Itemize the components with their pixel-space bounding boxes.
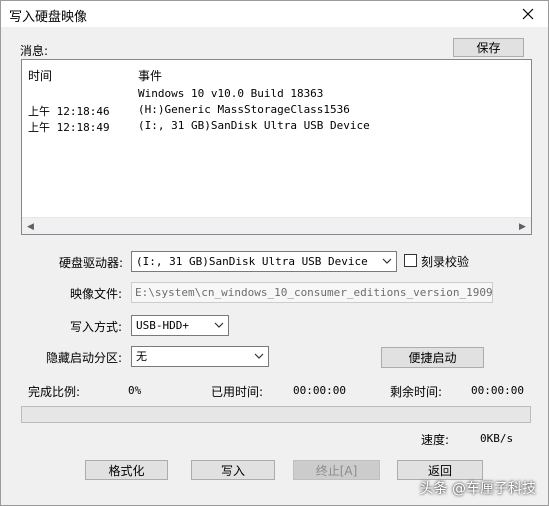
- log-row-event: (H:)Generic MassStorageClass1536: [138, 103, 350, 116]
- log-row-event: Windows 10 v10.0 Build 18363: [138, 87, 324, 100]
- log-row: Windows 10 v10.0 Build 18363: [22, 87, 531, 103]
- drive-label: 硬盘驱动器:: [59, 256, 124, 270]
- verify-label: 刻录校验: [421, 255, 470, 269]
- drive-select-value: (I:, 31 GB)SanDisk Ultra USB Device: [136, 255, 368, 268]
- write-method-label: 写入方式:: [70, 320, 123, 334]
- watermark: 头条 @车厘子科技: [419, 481, 536, 497]
- scrollbar-track[interactable]: [39, 222, 514, 231]
- speed-value: 0KB/s: [480, 432, 514, 445]
- log-column-time: 时间: [28, 69, 53, 83]
- image-file-field: E:\system\cn_windows_10_consumer_edition…: [131, 282, 493, 303]
- chevron-down-icon: [382, 258, 392, 264]
- verify-checkbox[interactable]: [404, 254, 417, 267]
- remaining-time-value: 00:00:00: [471, 384, 524, 397]
- image-file-label: 映像文件:: [70, 287, 123, 301]
- horizontal-scrollbar[interactable]: ◀ ▶: [22, 217, 531, 234]
- hidden-partition-select[interactable]: 无: [131, 346, 269, 367]
- log-column-event: 事件: [138, 69, 163, 83]
- completion-ratio-label: 完成比例:: [28, 385, 81, 399]
- window-title: 写入硬盘映像: [9, 10, 88, 25]
- title-bar: 写入硬盘映像: [1, 1, 548, 27]
- quick-boot-button[interactable]: 便捷启动: [381, 347, 484, 368]
- close-button[interactable]: [514, 3, 542, 25]
- chevron-down-icon: [214, 322, 224, 328]
- log-row-time: 上午 12:18:49: [28, 121, 110, 134]
- format-button[interactable]: 格式化: [85, 460, 168, 480]
- message-log[interactable]: 时间 事件 Windows 10 v10.0 Build 18363 上午 12…: [21, 59, 532, 235]
- log-row-time: 上午 12:18:46: [28, 105, 110, 118]
- messages-label: 消息:: [20, 44, 49, 58]
- elapsed-time-value: 00:00:00: [293, 384, 346, 397]
- scroll-right-icon[interactable]: ▶: [514, 218, 531, 234]
- scroll-left-icon[interactable]: ◀: [22, 218, 39, 234]
- write-method-value: USB-HDD+: [136, 319, 189, 332]
- remaining-time-label: 剩余时间:: [390, 385, 443, 399]
- completion-ratio-value: 0%: [128, 384, 142, 397]
- stop-button[interactable]: 终止[A]: [293, 460, 380, 480]
- log-row: 上午 12:18:46 (H:)Generic MassStorageClass…: [22, 103, 531, 119]
- progress-bar: [21, 406, 531, 423]
- drive-select[interactable]: (I:, 31 GB)SanDisk Ultra USB Device: [131, 251, 397, 272]
- chevron-down-icon: [254, 353, 264, 359]
- elapsed-time-label: 已用时间:: [211, 385, 264, 399]
- log-row: 上午 12:18:49 (I:, 31 GB)SanDisk Ultra USB…: [22, 119, 531, 135]
- save-button[interactable]: 保存: [453, 38, 524, 57]
- write-disk-image-dialog: 写入硬盘映像 消息: 保存 时间 事件 Windows 10 v10.0 Bui…: [0, 0, 549, 506]
- speed-label: 速度:: [421, 433, 450, 447]
- log-row-event: (I:, 31 GB)SanDisk Ultra USB Device: [138, 119, 370, 132]
- close-icon: [522, 8, 534, 20]
- hidden-partition-label: 隐藏启动分区:: [46, 351, 123, 365]
- write-method-select[interactable]: USB-HDD+: [131, 315, 229, 336]
- hidden-partition-value: 无: [136, 350, 147, 363]
- write-button[interactable]: 写入: [191, 460, 275, 480]
- back-button[interactable]: 返回: [397, 460, 483, 480]
